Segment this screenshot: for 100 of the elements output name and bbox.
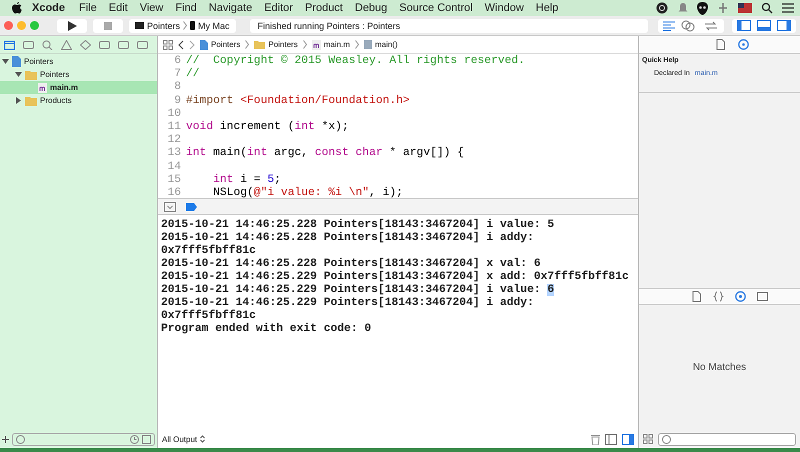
apple-logo-icon[interactable] (12, 2, 22, 14)
console-line: 2015-10-21 14:46:25.229 Pointers[18143:3467204] i addy: (161, 297, 535, 310)
play-icon (68, 20, 76, 30)
console-line: 0x7fff5fbff81c (161, 310, 257, 322)
assistant-editor-icon[interactable] (681, 20, 697, 32)
stop-icon (104, 22, 112, 30)
menu-item[interactable]: Edit (108, 2, 128, 14)
menu-item[interactable]: File (79, 2, 97, 14)
console-line: 2015-10-21 14:46:25.228 Pointers[18143:3467204] i value: 5 (161, 219, 556, 232)
chevron-right-icon (354, 40, 359, 49)
console-line: Program ended with exit code: 0 (161, 323, 372, 336)
empty-library-message: No Matches (692, 362, 746, 373)
chevron-right-icon (183, 21, 188, 30)
breadcrumb-label: Pointers (268, 40, 298, 49)
console-line: 2015-10-21 14:46:25.229 Pointers[18143:3467204] x add: 0x7fff5fbff81c (161, 271, 630, 284)
output-filter-dropdown[interactable]: All Output (162, 434, 206, 444)
source-file-icon (312, 40, 321, 50)
menu-item[interactable]: Product (304, 2, 343, 14)
help-icon[interactable] (738, 39, 748, 50)
search-icon[interactable] (761, 2, 773, 14)
diamond-icon[interactable] (80, 40, 91, 50)
console-line: 2015-10-21 14:46:25.228 Pointers[18143:3467204] x val: 6 (161, 258, 542, 270)
file-tree-item[interactable]: Pointers (0, 68, 157, 81)
menu-item[interactable]: Find (175, 2, 197, 14)
chevron-right-icon (245, 40, 250, 49)
code-line: // Copyright © 2015 Weasley. All rights reserved. (186, 55, 525, 68)
menu-item[interactable]: Debug (354, 2, 388, 14)
close-window-button[interactable] (4, 21, 13, 30)
breadcrumb-label: main.m (324, 40, 350, 49)
left-panel-toggle-icon[interactable] (737, 20, 751, 31)
device-icon (190, 21, 196, 30)
list-icon[interactable] (782, 3, 794, 13)
line-number: 11 (166, 120, 182, 134)
left-pane-icon[interactable] (605, 434, 617, 444)
line-number: 15 (166, 174, 182, 187)
line-number: 13 (166, 147, 182, 160)
menu-item[interactable]: View (140, 2, 164, 14)
code-line: NSLog(@"i value: %i \n", i); (212, 186, 403, 198)
library-filter-field[interactable] (658, 432, 796, 446)
line-number: 6 (173, 55, 182, 68)
flag-icon[interactable] (738, 3, 752, 13)
menu-item[interactable]: Source Control (399, 2, 473, 14)
related-items-icon[interactable] (163, 40, 173, 50)
filter-field[interactable] (12, 432, 155, 446)
right-pane-icon[interactable] (622, 434, 634, 444)
disclosure-right-icon[interactable] (15, 97, 22, 104)
breadcrumb-item[interactable]: Pointers (254, 40, 298, 49)
version-editor-icon[interactable] (703, 20, 719, 32)
run-button[interactable] (57, 18, 87, 32)
file-tree-item[interactable]: main.m (0, 81, 157, 94)
activity-status-bar: Finished running Pointers : Pointers (250, 18, 648, 32)
grid-view-icon[interactable] (643, 434, 653, 444)
filter-icon (662, 434, 671, 444)
breadcrumb-label: main() (374, 40, 398, 49)
file-tree-item[interactable]: Pointers (0, 55, 157, 68)
code-line: // (186, 68, 200, 82)
chevron-right-icon (302, 40, 307, 49)
breakpoints-icon[interactable] (186, 202, 197, 210)
updown-chevron-icon (200, 435, 206, 443)
console-line: 2015-10-21 14:46:25.229 Pointers[18143:3467204] i value: 6 (161, 284, 556, 296)
target-icon[interactable] (735, 291, 746, 302)
trash-icon[interactable] (591, 434, 600, 444)
code-line: #import <Foundation/Foundation.h> (186, 94, 410, 108)
terminal-icon (135, 22, 144, 29)
project-file-icon (200, 40, 208, 50)
line-number: 7 (173, 68, 182, 82)
breadcrumb-label: Pointers (211, 40, 240, 49)
bottom-panel-toggle-icon[interactable] (757, 20, 771, 31)
project-file-icon (12, 56, 21, 67)
menu-item[interactable]: Window (484, 2, 524, 14)
alien-head-icon[interactable] (697, 2, 708, 14)
stop-button[interactable] (93, 18, 123, 32)
line-number: 16 (166, 186, 182, 198)
braces-icon[interactable] (713, 291, 724, 302)
standard-editor-icon[interactable] (663, 20, 675, 30)
hide-debug-area-icon[interactable] (164, 202, 176, 212)
scheme-name: Pointers (147, 20, 180, 30)
clock-icon[interactable] (130, 434, 139, 444)
file-tree-item[interactable]: Products (0, 94, 157, 107)
code-line: int main(int argc, const char * argv[]) { (186, 147, 464, 160)
code-line: void increment (int *x); (186, 120, 349, 134)
line-number: 9 (173, 94, 182, 108)
document-icon[interactable] (714, 39, 726, 50)
menu-item[interactable]: Help (536, 2, 558, 14)
breadcrumb-item[interactable]: Pointers (200, 40, 240, 50)
console-line: 2015-10-21 14:46:25.228 Pointers[18143:3467204] i addy: (161, 232, 535, 244)
app-menu[interactable]: Xcode (32, 2, 66, 14)
warning-icon[interactable] (61, 40, 72, 50)
function-icon (364, 40, 372, 49)
add-icon[interactable] (2, 436, 9, 442)
breadcrumb-item[interactable]: main() (364, 40, 398, 49)
line-number: 8 (173, 81, 182, 95)
bell-icon[interactable] (678, 2, 688, 14)
menu-item[interactable]: Editor (264, 2, 293, 14)
scheme-selector[interactable]: Pointers My Mac (129, 18, 236, 32)
document-icon[interactable] (691, 291, 702, 302)
line-number: 10 (166, 108, 182, 121)
breadcrumb-item[interactable]: main.m (312, 40, 350, 50)
menu-item[interactable]: Navigate (208, 2, 252, 14)
right-panel-toggle-icon[interactable] (777, 20, 791, 31)
